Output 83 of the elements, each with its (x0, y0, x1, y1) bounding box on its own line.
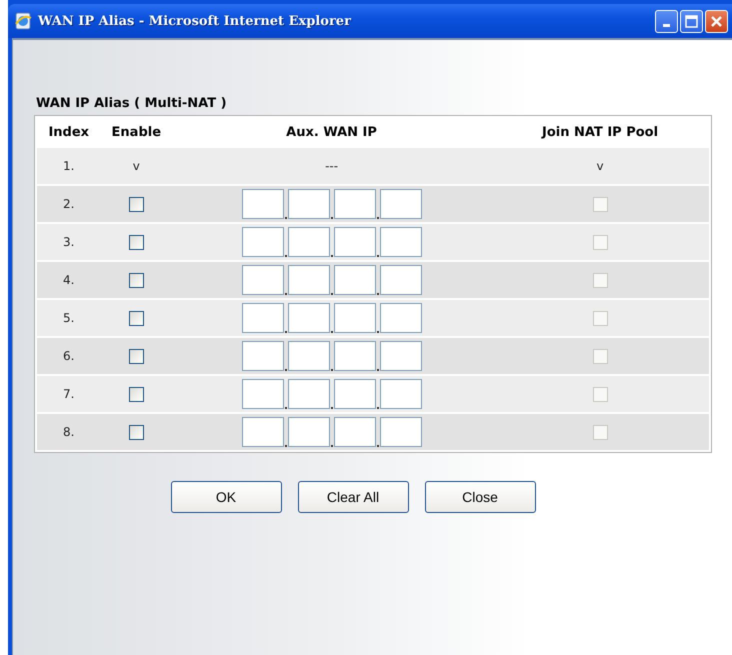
ip-octet-field[interactable] (380, 303, 422, 333)
dialog-button[interactable]: OK (170, 481, 282, 513)
index-label: 7. (63, 387, 74, 401)
maximize-icon (685, 14, 698, 28)
browser-icon (14, 12, 32, 30)
window-title: WAN IP Alias - Microsoft Internet Explorer (38, 14, 352, 28)
index-label: 8. (63, 425, 74, 439)
maximize-button[interactable] (680, 10, 703, 32)
dot-separator (376, 405, 380, 409)
close-icon (710, 14, 723, 28)
dot-separator (376, 215, 380, 219)
ip-octet-field[interactable] (380, 341, 422, 371)
checkbox[interactable] (128, 348, 144, 364)
join-value: v (596, 159, 604, 173)
column-header: Join NAT IP Pool (540, 124, 660, 142)
dot-separator (284, 405, 288, 409)
ip-octet-field[interactable] (334, 303, 376, 333)
dot-separator (376, 291, 380, 295)
dot-separator (330, 253, 334, 257)
ip-octet-field[interactable] (242, 227, 284, 257)
dot-separator (330, 291, 334, 295)
ip-octet-field[interactable] (380, 265, 422, 295)
checkbox[interactable] (128, 272, 144, 288)
index-label: 4. (63, 273, 74, 287)
section-title: WAN IP Alias ( Multi-NAT ) (36, 96, 228, 111)
ip-octet-field[interactable] (334, 227, 376, 257)
ip-octet-field[interactable] (334, 189, 376, 219)
ip-octet-field[interactable] (242, 265, 284, 295)
index-label: 6. (63, 349, 74, 363)
column-header: Enable (110, 124, 162, 142)
dialog-button[interactable]: Clear All (298, 481, 408, 513)
dot-separator (330, 329, 334, 333)
ip-octet-field[interactable] (288, 341, 330, 371)
dot-separator (284, 291, 288, 295)
dot-separator (376, 443, 380, 447)
ip-octet-field[interactable] (288, 227, 330, 257)
ip-octet-field[interactable] (334, 379, 376, 409)
ip-octet-field[interactable] (242, 417, 284, 447)
dialog-button[interactable]: Close (424, 481, 536, 513)
ip-octet-field[interactable] (380, 417, 422, 447)
dot-separator (284, 367, 288, 371)
ip-octet-field[interactable] (380, 379, 422, 409)
index-label: 3. (63, 235, 74, 249)
ip-octet-field[interactable] (288, 303, 330, 333)
column-header: Aux. WAN IP (285, 124, 378, 142)
dot-separator (330, 443, 334, 447)
ip-octet-field[interactable] (334, 417, 376, 447)
checkbox[interactable] (128, 234, 144, 250)
ip-octet-field[interactable] (288, 189, 330, 219)
ip-octet-field[interactable] (380, 189, 422, 219)
dot-separator (330, 405, 334, 409)
close-button[interactable] (705, 10, 728, 32)
ip-value: --- (325, 159, 338, 173)
ip-octet-field[interactable] (242, 303, 284, 333)
dot-separator (376, 367, 380, 371)
dot-separator (284, 253, 288, 257)
dot-separator (376, 253, 380, 257)
ip-octet-field[interactable] (242, 189, 284, 219)
enable-value: v (132, 159, 140, 173)
dot-separator (284, 443, 288, 447)
index-label: 2. (63, 197, 74, 211)
checkbox[interactable] (128, 196, 144, 212)
minimize-icon (663, 24, 670, 26)
ip-octet-field[interactable] (288, 417, 330, 447)
checkbox[interactable] (128, 386, 144, 402)
checkbox[interactable] (128, 310, 144, 326)
dot-separator (284, 329, 288, 333)
minimize-button[interactable] (655, 10, 678, 32)
dot-separator (376, 329, 380, 333)
checkbox[interactable] (128, 424, 144, 440)
ip-octet-field[interactable] (242, 379, 284, 409)
ip-octet-field[interactable] (288, 265, 330, 295)
column-header: Index (47, 124, 90, 142)
dot-separator (284, 215, 288, 219)
dot-separator (330, 367, 334, 371)
ip-octet-field[interactable] (334, 265, 376, 295)
ip-octet-field[interactable] (242, 341, 284, 371)
ip-octet-field[interactable] (334, 341, 376, 371)
index-label: 5. (63, 311, 74, 325)
index-label: 1. (63, 159, 74, 173)
ip-octet-field[interactable] (288, 379, 330, 409)
ip-octet-field[interactable] (380, 227, 422, 257)
dot-separator (330, 215, 334, 219)
